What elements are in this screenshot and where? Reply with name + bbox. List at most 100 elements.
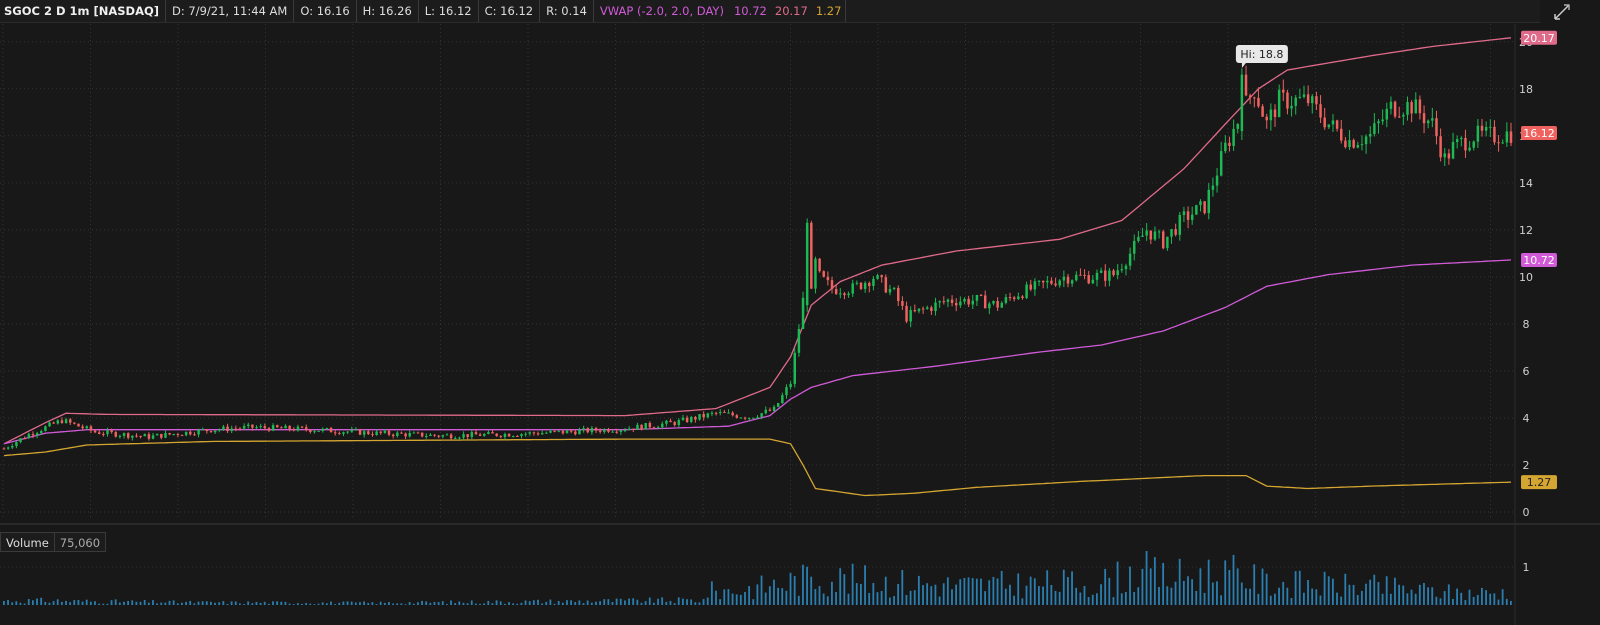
candle-body xyxy=(15,441,18,447)
volume-bar xyxy=(1481,587,1483,605)
volume-bar xyxy=(65,600,67,605)
candle-body xyxy=(69,419,72,423)
candle-body xyxy=(164,432,167,438)
drawing-tool-icon[interactable] xyxy=(1552,2,1572,22)
y-tick-label: 18 xyxy=(1519,83,1533,96)
volume-bar xyxy=(872,582,875,605)
volume-bar xyxy=(309,603,312,605)
candle-body xyxy=(905,305,908,322)
candle-body xyxy=(139,435,142,437)
volume-bar xyxy=(1282,581,1285,605)
volume-bar xyxy=(1369,579,1372,605)
volume-bar xyxy=(363,601,365,605)
candle-body xyxy=(44,426,47,431)
volume-bar xyxy=(7,599,9,605)
vwap-price-tag xyxy=(1521,252,1557,267)
candle-body xyxy=(416,432,420,434)
candle-body xyxy=(371,434,374,436)
candle-body xyxy=(1079,274,1082,276)
candle-body xyxy=(280,427,283,429)
candle-body xyxy=(238,428,242,430)
volume-bar xyxy=(1298,570,1301,605)
volume-bar xyxy=(855,583,858,605)
candle-body xyxy=(1041,280,1045,283)
candle-body xyxy=(1137,236,1140,241)
volume-bar xyxy=(731,593,734,605)
volume-bar xyxy=(350,601,353,605)
candle-body xyxy=(329,428,333,433)
candle-body xyxy=(383,430,387,433)
volume-bar xyxy=(31,600,34,605)
candle-body xyxy=(441,435,445,437)
volume-bar xyxy=(640,602,643,605)
volume-bar xyxy=(1290,598,1293,605)
candle-body xyxy=(1493,126,1496,143)
volume-bar xyxy=(582,603,585,605)
vwap-study-label[interactable]: VWAP (-2.0, 2.0, DAY) xyxy=(594,0,730,22)
candle-body xyxy=(400,432,403,434)
candle-body xyxy=(511,435,515,437)
candle-body xyxy=(56,420,60,424)
volume-bar xyxy=(545,601,548,605)
candle-body xyxy=(1335,120,1339,129)
y-tick-label: 0 xyxy=(1523,506,1530,519)
upper-price-tag xyxy=(1521,30,1557,45)
price-chart[interactable]: Hi: 18.8 0 2 4 6 8 10 12 14 16 18 20 1 20.17 16.12 10.… xyxy=(0,0,1600,625)
candle-body xyxy=(304,427,308,430)
candle-body xyxy=(868,282,871,286)
volume-bar xyxy=(371,602,374,605)
volume-bar xyxy=(330,601,332,605)
volume-bar xyxy=(69,602,72,605)
candle-body xyxy=(155,433,159,436)
close-price-tag-text: 16.12 xyxy=(1523,127,1555,140)
volume-bar xyxy=(1493,593,1496,605)
volume-bar xyxy=(445,604,448,605)
candle-body xyxy=(719,411,722,413)
volume-bar xyxy=(1443,591,1446,605)
candle-body xyxy=(387,430,391,435)
candle-body xyxy=(143,434,147,437)
volume-bar xyxy=(259,602,262,605)
candle-body xyxy=(6,447,10,449)
candle-body xyxy=(1306,94,1310,104)
candle-body xyxy=(582,428,585,430)
volume-bar xyxy=(458,601,461,605)
candle-body xyxy=(1199,201,1202,206)
low-readout: L: 16.12 xyxy=(419,0,479,22)
candle-body xyxy=(168,432,171,435)
volume-bar xyxy=(760,575,763,605)
volume-bar xyxy=(1331,578,1334,605)
candle-body xyxy=(1253,97,1256,99)
candle-body xyxy=(665,420,668,424)
volume-bar xyxy=(89,601,92,605)
symbol-label[interactable]: SGOC 2 D 1m [NASDAQ] xyxy=(0,0,167,22)
volume-bar xyxy=(1447,584,1450,605)
volume-bar xyxy=(690,599,693,605)
volume-bar xyxy=(23,603,26,605)
volume-bar xyxy=(793,576,796,605)
volume-bar xyxy=(305,603,308,605)
candle-body xyxy=(594,427,598,431)
volume-bar xyxy=(677,597,680,605)
volume-bar xyxy=(706,597,709,605)
volume-bar xyxy=(499,601,502,605)
candle-body xyxy=(1104,270,1107,281)
candle-body xyxy=(781,395,784,404)
candle-body xyxy=(776,403,780,407)
candle-body xyxy=(309,429,312,433)
candle-body xyxy=(1468,147,1471,151)
high-readout: H: 16.26 xyxy=(357,0,419,22)
volume-bar xyxy=(781,588,784,605)
candle-body xyxy=(685,417,689,422)
volume-bar xyxy=(110,600,113,605)
volume-bar xyxy=(797,595,800,605)
candle-body xyxy=(888,289,892,293)
volume-bar xyxy=(1257,593,1260,605)
candle-body xyxy=(230,428,233,432)
volume-bar xyxy=(230,601,233,605)
volume-bar xyxy=(595,601,597,605)
volume-bar xyxy=(864,565,866,605)
volume-bar xyxy=(40,597,43,605)
candle-body xyxy=(1340,128,1343,141)
volume-bar xyxy=(1240,582,1243,605)
